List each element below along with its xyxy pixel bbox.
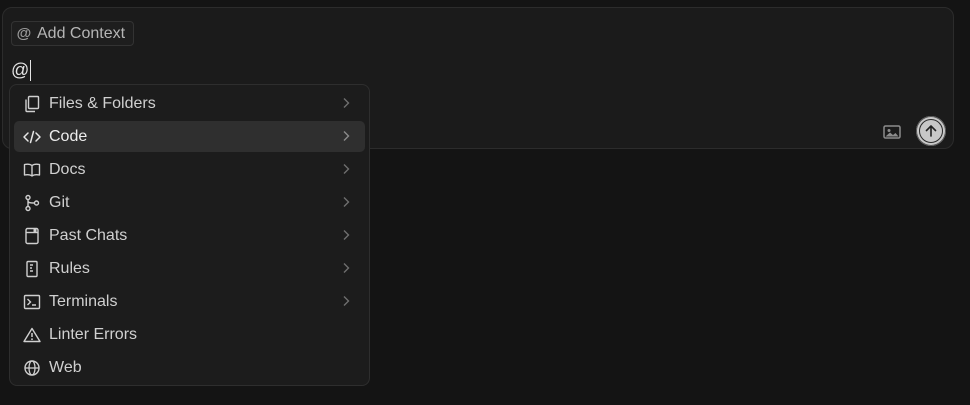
menu-item-linter-errors[interactable]: Linter Errors — [14, 319, 365, 350]
menu-item-label: Web — [49, 358, 82, 376]
image-icon — [883, 124, 901, 140]
menu-item-rules[interactable]: Rules — [14, 253, 365, 284]
menu-item-code[interactable]: Code — [14, 121, 365, 152]
files-icon — [22, 94, 42, 114]
menu-item-label: Docs — [49, 160, 86, 178]
mention-menu: Files & Folders Code Docs Git Past Chats… — [9, 84, 370, 386]
globe-icon — [22, 358, 42, 378]
book-icon — [22, 160, 42, 180]
rules-icon — [22, 259, 42, 279]
composer-input-text: @ — [11, 60, 30, 80]
menu-item-label: Linter Errors — [49, 325, 138, 343]
chevron-right-icon — [339, 294, 353, 308]
menu-item-files-folders[interactable]: Files & Folders — [14, 88, 365, 119]
chevron-right-icon — [339, 261, 353, 275]
menu-item-past-chats[interactable]: Past Chats — [14, 220, 365, 251]
menu-item-git[interactable]: Git — [14, 187, 365, 218]
menu-item-label: Git — [49, 193, 70, 211]
menu-item-docs[interactable]: Docs — [14, 154, 365, 185]
composer-input[interactable]: @ — [11, 60, 32, 81]
chevron-right-icon — [339, 162, 353, 176]
code-icon — [22, 127, 42, 147]
menu-item-label: Files & Folders — [49, 94, 156, 112]
text-caret — [30, 60, 32, 81]
chevron-right-icon — [339, 96, 353, 110]
send-button[interactable] — [916, 116, 946, 146]
attach-image-button[interactable] — [882, 122, 902, 142]
menu-item-label: Terminals — [49, 292, 118, 310]
arrow-up-icon — [919, 119, 943, 143]
menu-item-web[interactable]: Web — [14, 352, 365, 383]
git-branch-icon — [22, 193, 42, 213]
menu-item-label: Rules — [49, 259, 90, 277]
at-sign-icon: @ — [16, 25, 32, 42]
warning-icon — [22, 325, 42, 345]
chevron-right-icon — [339, 129, 353, 143]
menu-item-terminals[interactable]: Terminals — [14, 286, 365, 317]
menu-item-label: Code — [49, 127, 88, 145]
terminal-icon — [22, 292, 42, 312]
chevron-right-icon — [339, 228, 353, 242]
menu-item-label: Past Chats — [49, 226, 128, 244]
add-context-button[interactable]: @ Add Context — [11, 21, 135, 46]
chat-history-icon — [22, 226, 42, 246]
chevron-right-icon — [339, 195, 353, 209]
add-context-label: Add Context — [37, 24, 126, 42]
